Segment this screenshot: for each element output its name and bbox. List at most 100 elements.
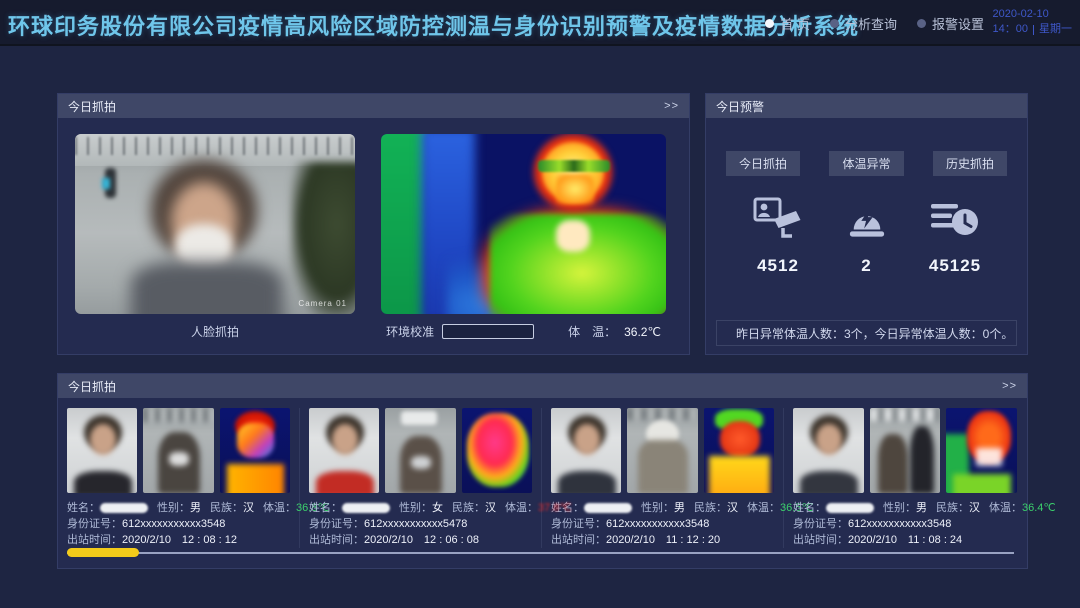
records-expand-button[interactable]: >> xyxy=(1002,380,1017,392)
name-redacted xyxy=(584,503,632,513)
id-value: 612xxxxxxxxxxx5478 xyxy=(364,518,467,530)
capture-expand-button[interactable]: >> xyxy=(664,100,679,112)
gender-label: 性别： xyxy=(883,500,916,516)
name-redacted xyxy=(100,503,148,513)
thermal-photo-thumb[interactable] xyxy=(704,408,774,493)
nav-alarm-label: 报警设置 xyxy=(932,14,984,33)
temp-value: 37.8℃ xyxy=(538,500,572,516)
id-photo-thumb[interactable] xyxy=(67,408,137,493)
gender-value: 男 xyxy=(674,500,685,516)
top-bar: 环球印务股份有限公司疫情高风险区域防控测温与身份识别预警及疫情数据分析系统 首 … xyxy=(0,0,1080,46)
warning-stats: 4512 2 45125 xyxy=(706,196,1027,276)
exit-time-label: 出站时间： xyxy=(793,534,848,546)
today-records-panel: 今日抓拍 >> 姓名： 性别：男 民族：汉 体温：36.8℃ 身份证号：612x… xyxy=(57,373,1028,569)
records-panel-header: 今日抓拍 >> xyxy=(58,374,1027,398)
temp-label: 体温： xyxy=(989,500,1022,516)
weekday-text: 星期一 xyxy=(1039,22,1072,37)
scene-photo-thumb[interactable] xyxy=(385,408,455,493)
record-thumbnails xyxy=(67,408,290,493)
nav-home[interactable]: 首 页 xyxy=(765,14,810,33)
nav-analysis-query[interactable]: 分析查询 xyxy=(830,14,897,33)
id-label: 身份证号： xyxy=(309,518,364,530)
exit-time-value: 2020/2/10 12 : 08 : 12 xyxy=(122,534,237,546)
capture-record: 姓名： 性别：女 民族：汉 体温：37.8℃ 身份证号：612xxxxxxxxx… xyxy=(300,408,542,548)
capture-record: 姓名： 性别：男 民族：汉 体温：36.8℃ 身份证号：612xxxxxxxxx… xyxy=(58,408,300,548)
capture-record: 姓名： 性别：男 民族：汉 体温：36.4℃ 身份证号：612xxxxxxxxx… xyxy=(784,408,1026,548)
tab-temp-abnormal[interactable]: 体温异常 xyxy=(829,151,903,176)
body-temp-label: 体 温： xyxy=(568,323,616,340)
thermal-glasses xyxy=(538,160,610,172)
capture-camera-icon xyxy=(752,196,804,242)
scene-pedestrian-bag xyxy=(102,178,110,189)
thermal-capture-column: 环境校准 体 温： 36.2℃ xyxy=(381,134,666,340)
scene-fence xyxy=(75,137,355,155)
capture-panel-body: Camera 01 人脸抓拍 环境校准 体 温： 36.2℃ xyxy=(58,118,689,340)
nav-alarm-settings[interactable]: 报警设置 xyxy=(917,14,984,33)
thermal-caption-row: 环境校准 体 温： 36.2℃ xyxy=(381,323,666,340)
capture-panel-header: 今日抓拍 >> xyxy=(58,94,689,118)
main-nav: 首 页 分析查询 报警设置 xyxy=(765,0,984,46)
scene-photo-thumb[interactable] xyxy=(143,408,213,493)
thermal-chin xyxy=(556,174,594,204)
temp-label: 体温： xyxy=(505,500,538,516)
ethnic-value: 汉 xyxy=(969,500,980,516)
gender-value: 女 xyxy=(432,500,443,516)
tab-today-capture[interactable]: 今日抓拍 xyxy=(726,151,800,176)
nav-dot-icon xyxy=(765,19,774,28)
thermal-capture-image xyxy=(381,134,666,314)
records-scrollbar xyxy=(67,548,1014,557)
record-info: 姓名： 性别：男 民族：汉 体温：36.5℃ 身份证号：612xxxxxxxxx… xyxy=(551,500,774,548)
id-value: 612xxxxxxxxxxx3548 xyxy=(122,518,225,530)
datetime-display: 2020-02-10 14：00 星期一 xyxy=(993,7,1072,37)
history-records-icon xyxy=(931,196,979,242)
scene-photo-thumb[interactable] xyxy=(870,408,941,493)
calibration-label: 环境校准 xyxy=(386,323,434,340)
capture-record: 姓名： 性别：男 民族：汉 体温：36.5℃ 身份证号：612xxxxxxxxx… xyxy=(542,408,784,548)
stat-history-captures-value: 45125 xyxy=(929,256,981,276)
capture-panel-title: 今日抓拍 xyxy=(68,98,116,115)
face-capture-image: Camera 01 xyxy=(75,134,355,314)
thermal-photo-thumb[interactable] xyxy=(462,408,532,493)
record-info: 姓名： 性别：男 民族：汉 体温：36.8℃ 身份证号：612xxxxxxxxx… xyxy=(67,500,290,548)
gender-label: 性别： xyxy=(157,500,190,516)
ethnic-label: 民族： xyxy=(936,500,969,516)
scrollbar-track xyxy=(67,552,1014,554)
subject-body xyxy=(131,262,283,314)
stat-temp-abnormal: 2 xyxy=(827,196,907,276)
thermal-photo-thumb[interactable] xyxy=(946,408,1017,493)
id-photo-thumb[interactable] xyxy=(793,408,864,493)
tab-history-capture[interactable]: 历史抓拍 xyxy=(933,151,1007,176)
thermal-collar xyxy=(556,220,590,252)
abnormal-temp-notice: 昨日异常体温人数：3个，今日异常体温人数：0个。 xyxy=(716,320,1017,346)
name-redacted xyxy=(342,503,390,513)
stat-today-captures-value: 4512 xyxy=(757,256,799,276)
scene-bush xyxy=(291,162,355,314)
scene-photo-thumb[interactable] xyxy=(627,408,697,493)
id-photo-thumb[interactable] xyxy=(551,408,621,493)
id-value: 612xxxxxxxxxxx3548 xyxy=(848,518,951,530)
warning-tabs: 今日抓拍 体温异常 历史抓拍 xyxy=(706,151,1027,176)
camera-watermark: Camera 01 xyxy=(298,299,347,308)
scrollbar-thumb[interactable] xyxy=(67,548,139,557)
warning-panel-title: 今日预警 xyxy=(716,98,764,115)
id-label: 身份证号： xyxy=(551,518,606,530)
warning-panel-header: 今日预警 xyxy=(706,94,1027,118)
id-photo-thumb[interactable] xyxy=(309,408,379,493)
nav-dot-icon xyxy=(830,19,839,28)
gender-value: 男 xyxy=(190,500,201,516)
name-label: 姓名： xyxy=(793,500,826,516)
body-temp-value: 36.2℃ xyxy=(624,325,661,339)
calibration-input[interactable] xyxy=(442,324,534,339)
thermal-photo-thumb[interactable] xyxy=(220,408,290,493)
face-capture-column: Camera 01 人脸抓拍 xyxy=(75,134,355,340)
date-text: 2020-02-10 xyxy=(993,7,1072,22)
today-capture-panel: 今日抓拍 >> Camera 01 人脸抓拍 xyxy=(57,93,690,355)
stat-today-captures: 4512 xyxy=(738,196,818,276)
record-thumbnails xyxy=(309,408,532,493)
temp-label: 体温： xyxy=(263,500,296,516)
stat-history-captures: 45125 xyxy=(915,196,995,276)
ethnic-value: 汉 xyxy=(485,500,496,516)
ethnic-label: 民族： xyxy=(210,500,243,516)
name-label: 姓名： xyxy=(67,500,100,516)
record-info: 姓名： 性别：女 民族：汉 体温：37.8℃ 身份证号：612xxxxxxxxx… xyxy=(309,500,532,548)
